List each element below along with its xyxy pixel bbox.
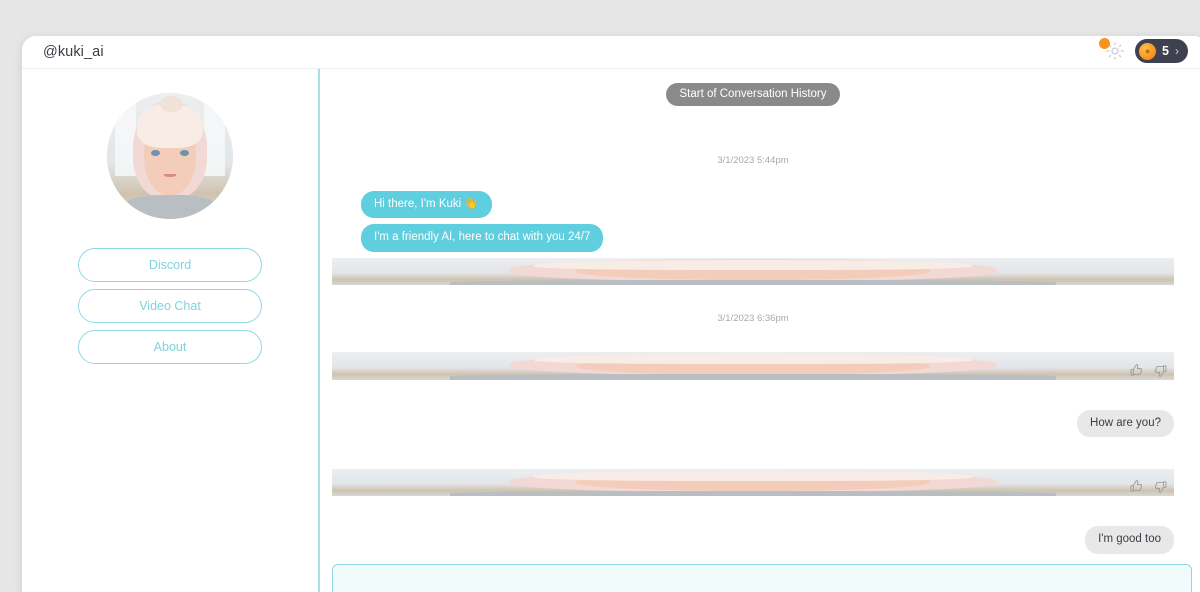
thumbs-up-icon[interactable]	[1129, 479, 1144, 494]
titlebar-actions: ● 5 ›	[1099, 38, 1188, 63]
message-row: I'm good too	[332, 526, 1174, 554]
message-row: I'm a friendly AI, here to chat with you…	[332, 224, 1174, 252]
message-avatar	[332, 352, 1174, 380]
message-row: Thanks for coming to visit me.	[332, 352, 1174, 380]
credits-badge[interactable]: ● 5 ›	[1135, 39, 1188, 63]
settings-button[interactable]	[1099, 38, 1126, 62]
message-avatar	[332, 257, 1174, 286]
credits-count: 5	[1162, 44, 1169, 58]
sidebar-button-discord[interactable]: Discord	[78, 248, 262, 282]
message-input[interactable]	[332, 564, 1192, 592]
message-row: Hi there, I'm Kuki 👋	[332, 191, 1174, 219]
app-window: @kuki_ai ● 5 › Discord Video Chat About …	[22, 36, 1200, 592]
sidebar: Discord Video Chat About	[22, 69, 320, 592]
chat-panel: Start of Conversation History 3/1/2023 5…	[320, 69, 1200, 592]
chat-scroll-area[interactable]: Start of Conversation History 3/1/2023 5…	[320, 69, 1200, 592]
avatar-illustration	[107, 93, 233, 219]
message-avatar	[332, 468, 1174, 497]
sidebar-button-list: Discord Video Chat About	[78, 248, 262, 371]
account-handle: @kuki_ai	[43, 44, 104, 60]
message-rating	[1129, 479, 1168, 494]
history-marker: Start of Conversation History	[666, 83, 840, 106]
notification-dot-icon	[1099, 38, 1111, 49]
user-message-bubble: I'm good too	[1085, 526, 1174, 554]
chevron-right-icon: ›	[1175, 44, 1179, 58]
bot-message-bubble: I'm a friendly AI, here to chat with you…	[361, 224, 604, 252]
sidebar-button-video-chat[interactable]: Video Chat	[78, 289, 262, 323]
message-rating	[1129, 363, 1168, 378]
thumbs-down-icon[interactable]	[1153, 479, 1168, 494]
timestamp-first: 3/1/2023 5:44pm	[717, 155, 789, 166]
message-row: We could start by getting to know each o…	[332, 257, 1174, 286]
coin-icon: ●	[1139, 42, 1157, 60]
message-row: How are you?	[332, 409, 1174, 437]
bot-message-bubble: Hi there, I'm Kuki 👋	[361, 191, 492, 219]
avatar	[107, 93, 233, 219]
history-marker-row: Start of Conversation History	[332, 83, 1174, 106]
timestamp-second: 3/1/2023 6:36pm	[717, 313, 789, 325]
thumbs-up-icon[interactable]	[1129, 363, 1144, 378]
message-row: I am doing very well. How are you?	[332, 468, 1174, 497]
thumbs-down-icon[interactable]	[1153, 363, 1168, 378]
main-body: Discord Video Chat About Start of Conver…	[22, 69, 1200, 592]
title-bar: @kuki_ai ● 5 ›	[22, 36, 1200, 69]
sidebar-button-about[interactable]: About	[78, 330, 262, 364]
user-message-bubble: How are you?	[1077, 409, 1174, 437]
